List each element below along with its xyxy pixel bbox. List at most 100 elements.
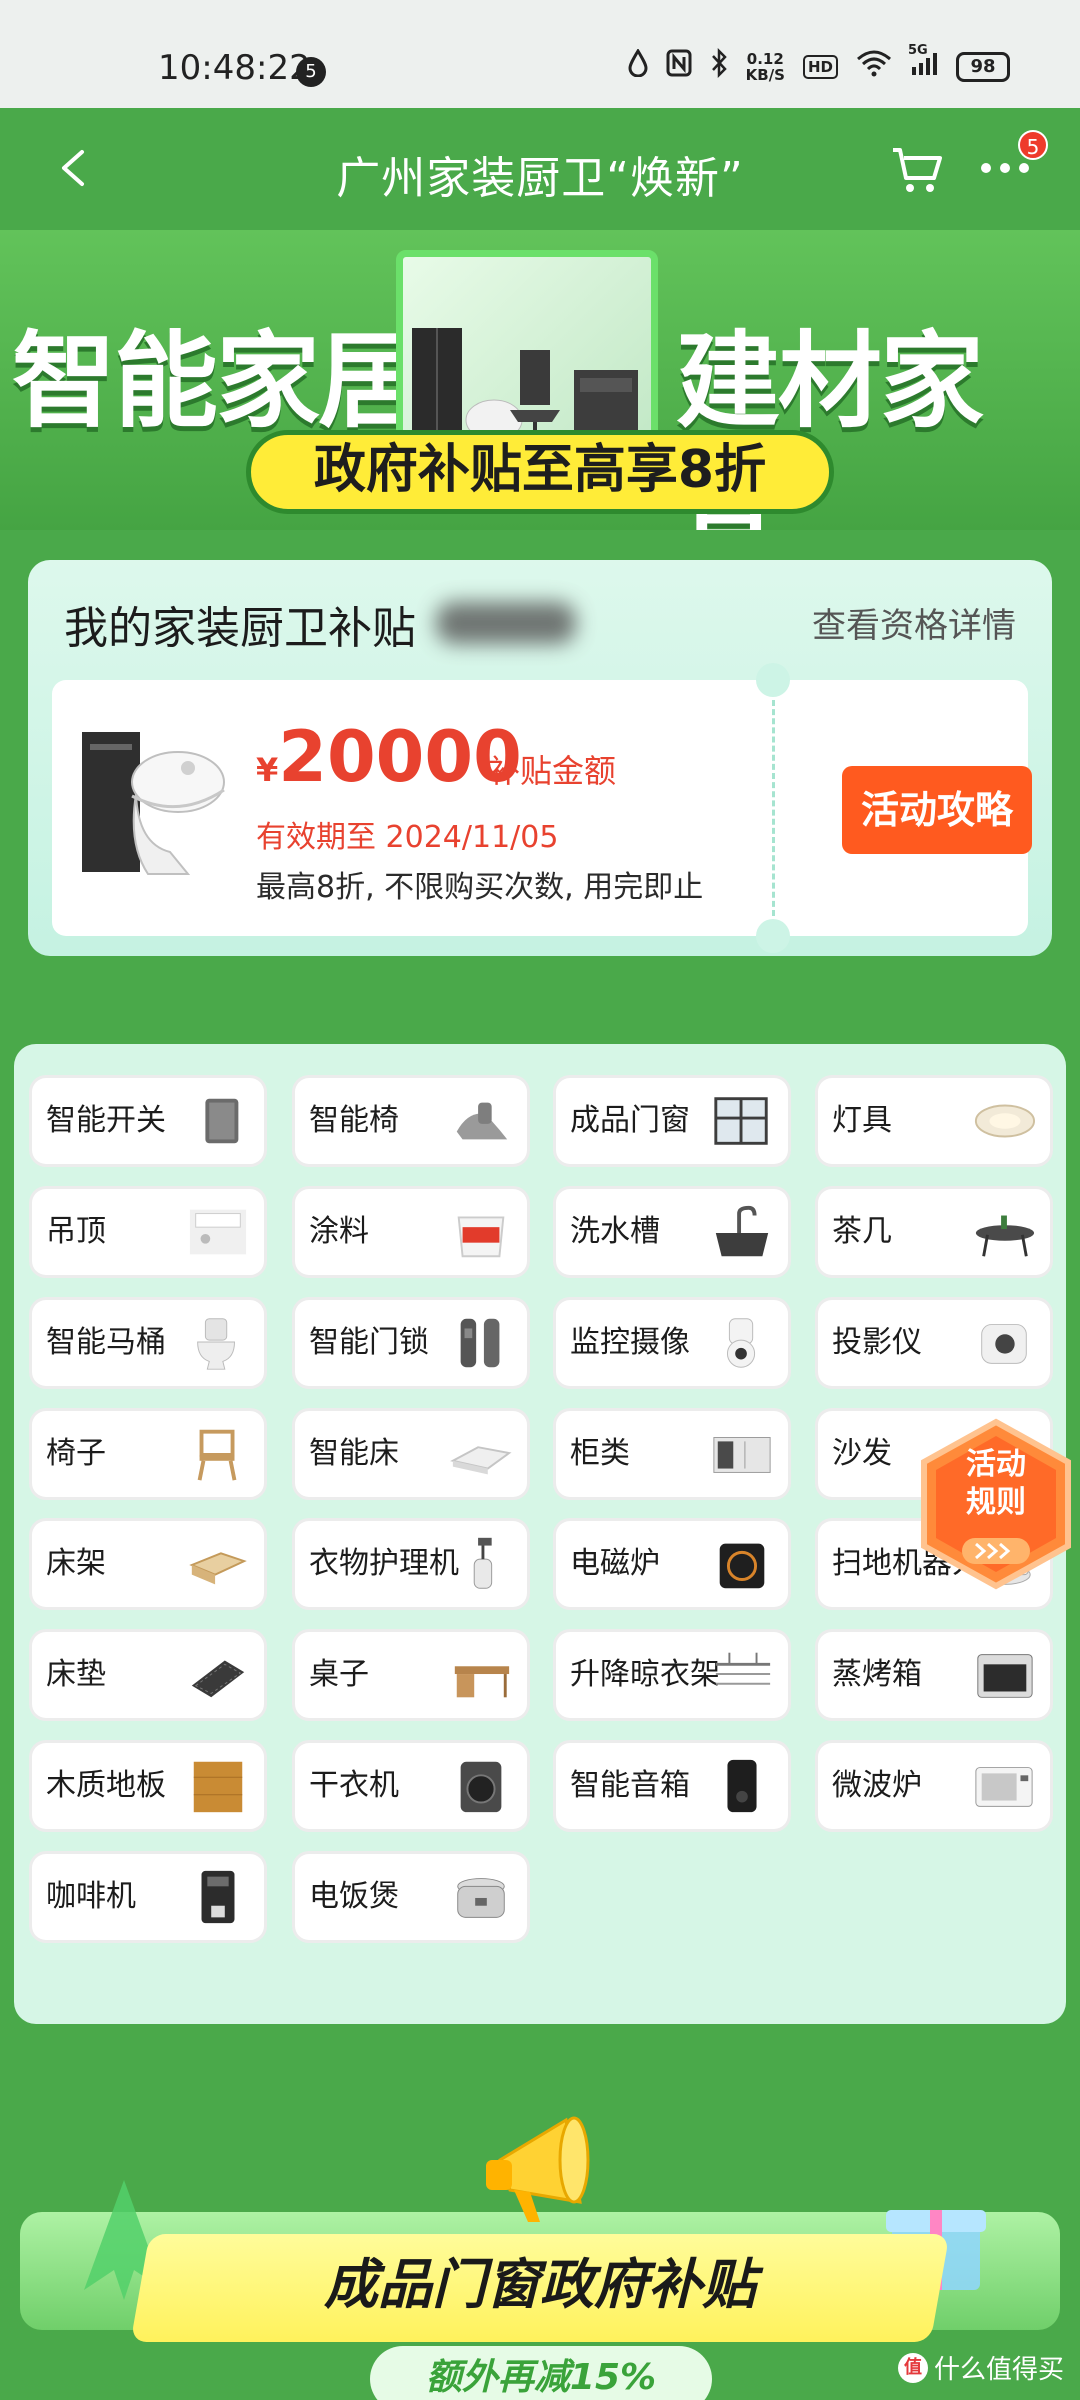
- category-item[interactable]: 洗水槽: [556, 1189, 788, 1275]
- category-label: 椅子: [46, 1436, 106, 1471]
- category-label: 智能音箱: [570, 1768, 690, 1803]
- ceiling-lamp-icon: [974, 1104, 1036, 1138]
- ceiling-icon: [189, 1209, 247, 1255]
- category-label: 涂料: [309, 1214, 369, 1249]
- category-label: 电磁炉: [570, 1546, 660, 1581]
- drying-rack-icon: [715, 1652, 771, 1685]
- category-label: 成品门窗: [570, 1103, 690, 1138]
- category-label: 智能门锁: [309, 1325, 429, 1360]
- banner-left-text: 智能家居: [12, 320, 422, 442]
- promo-subtitle: 额外再减15%: [370, 2346, 712, 2400]
- category-item[interactable]: 监控摄像: [556, 1300, 788, 1386]
- activity-rules-text[interactable]: 活动 规则: [944, 1446, 1048, 1522]
- wifi-icon: [856, 49, 892, 84]
- toilet-product-icon: [82, 732, 225, 875]
- category-grid: 智能开关 智能椅 成品门窗 灯具 吊顶 涂料 洗水槽 茶几 智能马桶 智能门锁 监控摄像 投影仪 椅子智…: [14, 1044, 1066, 2024]
- category-item[interactable]: 床架: [32, 1521, 264, 1607]
- status-icons: 0.12 KB/S HD 5G 98: [628, 43, 1010, 85]
- redacted-name: [436, 602, 576, 644]
- category-label: 沙发: [832, 1436, 892, 1471]
- valid-until: 有效期至 2024/11/05: [256, 820, 559, 855]
- category-label: 桌子: [309, 1657, 369, 1692]
- massage-chair-icon: [456, 1102, 508, 1140]
- coupon-notch: [756, 663, 790, 697]
- eligibility-details-link[interactable]: 查看资格详情: [812, 598, 1016, 647]
- category-label: 吊顶: [46, 1214, 106, 1249]
- category-item[interactable]: 咖啡机: [32, 1854, 264, 1940]
- category-item[interactable]: 电磁炉: [556, 1521, 788, 1607]
- megaphone-icon: [486, 2116, 590, 2222]
- induction-cooker-icon: [719, 1543, 765, 1589]
- door-lock-icon: [460, 1318, 500, 1368]
- rules-text-line[interactable]: 规则: [944, 1484, 1048, 1522]
- microwave-icon: [975, 1767, 1033, 1807]
- category-label: 电饭煲: [309, 1879, 399, 1914]
- category-item[interactable]: 茶几: [818, 1189, 1050, 1275]
- category-item[interactable]: 干衣机: [295, 1743, 527, 1829]
- category-label: 智能床: [309, 1436, 399, 1471]
- dryer-icon: [460, 1761, 502, 1813]
- subsidy-rule: 最高8折, 不限购买次数, 用完即止: [256, 870, 704, 905]
- drop-icon: [628, 48, 648, 84]
- category-label: 智能开关: [46, 1103, 166, 1138]
- category-item[interactable]: 衣物护理机: [295, 1521, 527, 1607]
- promo-banner[interactable]: 成品门窗政府补贴 额外再减15% 值 什么值得买: [0, 2060, 1080, 2400]
- activity-guide-button[interactable]: 活动攻略: [842, 766, 1032, 854]
- steam-oven-icon: [977, 1654, 1033, 1698]
- category-item[interactable]: 桌子: [295, 1632, 527, 1718]
- category-item[interactable]: 椅子: [32, 1411, 264, 1497]
- category-item[interactable]: 微波炉: [818, 1743, 1050, 1829]
- coupon-notch: [756, 919, 790, 953]
- hd-badge: HD: [802, 54, 838, 79]
- category-label: 智能马桶: [46, 1325, 166, 1360]
- category-item[interactable]: 涂料: [295, 1189, 527, 1275]
- cart-icon[interactable]: [890, 144, 944, 194]
- status-time: 10:48:22: [158, 48, 311, 88]
- category-label: 灯具: [832, 1103, 892, 1138]
- category-label: 蒸烤箱: [832, 1657, 922, 1692]
- nav-bar: 广州家装厨卫“焕新” 5: [0, 108, 1080, 230]
- watermark: 值 什么值得买: [897, 2349, 1064, 2386]
- category-item[interactable]: 智能音箱: [556, 1743, 788, 1829]
- category-item[interactable]: 电饭煲: [295, 1854, 527, 1940]
- category-item[interactable]: 投影仪: [818, 1300, 1050, 1386]
- status-bar: 10:48:22 5 0.12 KB/S HD 5G 98: [0, 0, 1080, 108]
- desk-icon: [454, 1666, 510, 1698]
- category-label: 洗水槽: [570, 1214, 660, 1249]
- garment-steamer-icon: [473, 1537, 493, 1589]
- category-item[interactable]: 木质地板: [32, 1743, 264, 1829]
- category-item[interactable]: 柜类: [556, 1411, 788, 1497]
- signal-icon: 5G: [908, 43, 938, 84]
- category-item[interactable]: 智能椅: [295, 1078, 527, 1164]
- net-speed-unit: KB/S: [745, 65, 785, 84]
- category-label: 床架: [46, 1546, 106, 1581]
- category-item[interactable]: 智能门锁: [295, 1300, 527, 1386]
- category-label: 木质地板: [46, 1768, 166, 1803]
- category-item[interactable]: 灯具: [818, 1078, 1050, 1164]
- amount-value: 20000: [278, 716, 522, 798]
- category-item[interactable]: 床垫: [32, 1632, 264, 1718]
- category-item[interactable]: 智能开关: [32, 1078, 264, 1164]
- category-label: 茶几: [832, 1214, 892, 1249]
- category-item[interactable]: 吊顶: [32, 1189, 264, 1275]
- rice-cooker-icon: [457, 1878, 505, 1918]
- category-label: 监控摄像: [570, 1325, 690, 1360]
- watermark-logo: 值: [897, 2352, 928, 2383]
- more-icon[interactable]: [978, 158, 1032, 178]
- projector-icon: [981, 1324, 1027, 1364]
- network-type: 5G: [908, 43, 928, 58]
- category-label: 微波炉: [832, 1768, 922, 1803]
- category-item[interactable]: 升降晾衣架: [556, 1632, 788, 1718]
- category-item[interactable]: 智能床: [295, 1411, 527, 1497]
- watermark-text: 什么值得买: [933, 2355, 1064, 2385]
- banner-pill: 政府补贴至高享8折: [246, 430, 834, 514]
- hero-banner[interactable]: 智能家居 建材家具 政府补贴至高享8折: [0, 230, 1080, 530]
- category-item[interactable]: 蒸烤箱: [818, 1632, 1050, 1718]
- category-item[interactable]: 成品门窗: [556, 1078, 788, 1164]
- net-speed-value: 0.12: [746, 49, 784, 68]
- category-item[interactable]: 智能马桶: [32, 1300, 264, 1386]
- category-label: 干衣机: [309, 1768, 399, 1803]
- coffee-table-icon: [975, 1215, 1035, 1257]
- rules-text-line[interactable]: 活动: [944, 1446, 1048, 1484]
- camera-icon: [726, 1318, 756, 1368]
